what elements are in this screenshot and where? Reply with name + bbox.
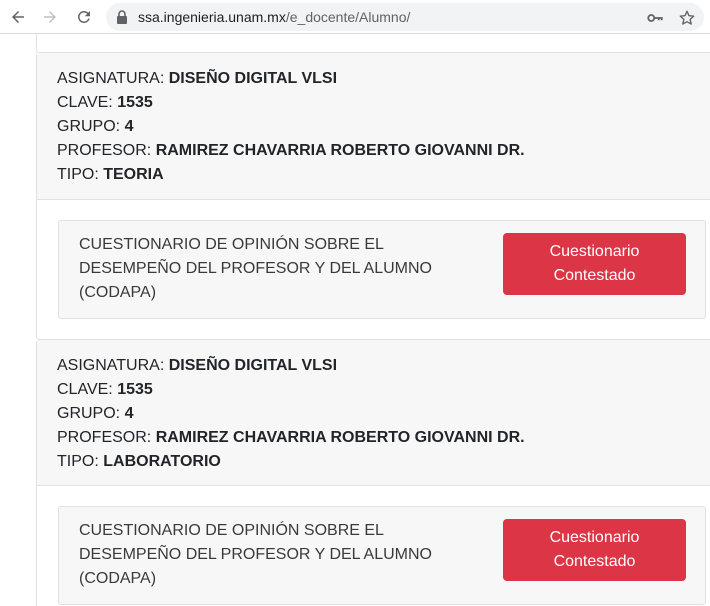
grupo-label: GRUPO: <box>57 118 121 135</box>
asignatura-line: ASIGNATURA: DISEÑO DIGITAL VLSI <box>57 354 710 378</box>
tipo-label: TIPO: <box>57 166 99 183</box>
profesor-value: RAMIREZ CHAVARRIA ROBERTO GIOVANNI DR. <box>155 429 525 446</box>
profesor-label: PROFESOR: <box>57 142 152 159</box>
asignatura-label: ASIGNATURA: <box>57 70 165 87</box>
arrow-right-icon <box>44 11 56 23</box>
asignatura-value: DISEÑO DIGITAL VLSI <box>168 70 338 87</box>
grupo-value: 4 <box>124 118 134 135</box>
clave-value: 1535 <box>117 381 153 398</box>
card-previous-remnant <box>36 34 710 54</box>
lock-icon <box>117 10 127 24</box>
grupo-label: GRUPO: <box>57 405 121 422</box>
browser-toolbar: ssa.ingenieria.unam.mx/e_docente/Alumno/ <box>0 0 710 34</box>
address-bar[interactable]: ssa.ingenieria.unam.mx/e_docente/Alumno/ <box>106 3 704 31</box>
tipo-line: TIPO: TEORIA <box>57 163 710 187</box>
course-card: ASIGNATURA: DISEÑO DIGITAL VLSI CLAVE: 1… <box>36 339 710 606</box>
clave-line: CLAVE: 1535 <box>57 91 710 115</box>
grupo-line: GRUPO: 4 <box>57 402 710 426</box>
survey-description: CUESTIONARIO DE OPINIÓN SOBRE EL DESEMPE… <box>79 236 432 301</box>
back-button[interactable] <box>6 5 30 29</box>
url-text: ssa.ingenieria.unam.mx/e_docente/Alumno/ <box>138 9 410 25</box>
survey-box: CUESTIONARIO DE OPINIÓN SOBRE EL DESEMPE… <box>58 506 706 605</box>
grupo-line: GRUPO: 4 <box>57 115 710 139</box>
survey-description: CUESTIONARIO DE OPINIÓN SOBRE EL DESEMPE… <box>79 522 432 587</box>
survey-box: CUESTIONARIO DE OPINIÓN SOBRE EL DESEMPE… <box>58 220 706 319</box>
profesor-label: PROFESOR: <box>57 429 152 446</box>
clave-value: 1535 <box>117 94 153 111</box>
reload-icon <box>77 10 90 23</box>
asignatura-label: ASIGNATURA: <box>57 357 165 374</box>
clave-label: CLAVE: <box>57 94 113 111</box>
course-header: ASIGNATURA: DISEÑO DIGITAL VLSI CLAVE: 1… <box>37 53 710 200</box>
profesor-line: PROFESOR: RAMIREZ CHAVARRIA ROBERTO GIOV… <box>57 139 710 163</box>
tipo-value: TEORIA <box>103 166 164 183</box>
tipo-line: TIPO: LABORATORIO <box>57 450 710 474</box>
star-icon[interactable] <box>678 9 696 27</box>
reload-button[interactable] <box>72 5 96 29</box>
arrow-left-icon <box>12 11 24 23</box>
url-host: ssa.ingenieria.unam.mx <box>138 9 286 25</box>
tipo-label: TIPO: <box>57 453 99 470</box>
course-header: ASIGNATURA: DISEÑO DIGITAL VLSI CLAVE: 1… <box>37 340 710 486</box>
course-card: ASIGNATURA: DISEÑO DIGITAL VLSI CLAVE: 1… <box>36 52 710 340</box>
asignatura-value: DISEÑO DIGITAL VLSI <box>168 357 338 374</box>
survey-completed-button[interactable]: Cuestionario Contestado <box>503 519 686 581</box>
profesor-line: PROFESOR: RAMIREZ CHAVARRIA ROBERTO GIOV… <box>57 426 710 450</box>
forward-button[interactable] <box>38 5 62 29</box>
tipo-value: LABORATORIO <box>103 453 221 470</box>
url-path: /e_docente/Alumno/ <box>285 9 411 25</box>
profesor-value: RAMIREZ CHAVARRIA ROBERTO GIOVANNI DR. <box>155 142 525 159</box>
clave-line: CLAVE: 1535 <box>57 378 710 402</box>
page-content: ASIGNATURA: DISEÑO DIGITAL VLSI CLAVE: 1… <box>36 34 710 606</box>
key-icon[interactable] <box>646 9 664 27</box>
survey-completed-button[interactable]: Cuestionario Contestado <box>503 233 686 295</box>
asignatura-line: ASIGNATURA: DISEÑO DIGITAL VLSI <box>57 67 710 91</box>
clave-label: CLAVE: <box>57 381 113 398</box>
grupo-value: 4 <box>124 405 134 422</box>
